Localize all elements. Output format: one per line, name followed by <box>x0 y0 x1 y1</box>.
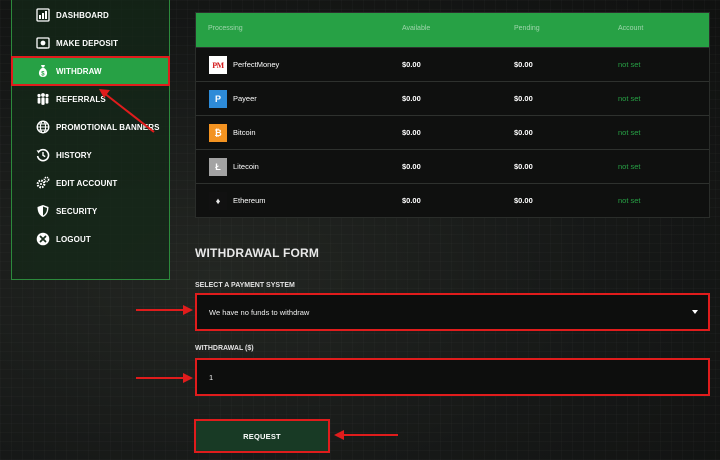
account-status: not set <box>618 162 641 171</box>
processing-name: Ethereum <box>233 196 266 205</box>
sidebar-item-withdraw[interactable]: $ WITHDRAW <box>11 56 170 86</box>
pending-amount: $0.00 <box>514 60 533 69</box>
payment-system-value: We have no funds to withdraw <box>209 307 310 317</box>
account-status: not set <box>618 60 641 69</box>
close-circle-icon <box>36 232 50 246</box>
pending-amount: $0.00 <box>514 128 533 137</box>
table-row: ♦ Ethereum $0.00 $0.00 not set <box>196 183 709 217</box>
users-icon <box>36 92 50 106</box>
money-icon <box>36 36 50 50</box>
sidebar-item-referrals[interactable]: REFERRALS <box>12 85 169 113</box>
sidebar-item-edit-account[interactable]: EDIT ACCOUNT <box>12 169 169 197</box>
sidebar-item-label: MAKE DEPOSIT <box>56 38 119 48</box>
table-row: Ł Litecoin $0.00 $0.00 not set <box>196 149 709 183</box>
sidebar-item-label: SECURITY <box>56 206 98 216</box>
processing-table: Processing Available Pending Account PM … <box>195 12 710 218</box>
withdrawal-amount-label: WITHDRAWAL ($) <box>195 345 254 352</box>
sidebar-item-promotional-banners[interactable]: PROMOTIONAL BANNERS <box>12 113 169 141</box>
sidebar-item-label: EDIT ACCOUNT <box>56 178 118 188</box>
table-row: P Payeer $0.00 $0.00 not set <box>196 81 709 115</box>
sidebar-item-security[interactable]: SECURITY <box>12 197 169 225</box>
litecoin-logo-icon: Ł <box>209 158 227 176</box>
money-bag-icon: $ <box>36 64 50 78</box>
sidebar-item-label: DASHBOARD <box>56 10 109 20</box>
sidebar-item-history[interactable]: HISTORY <box>12 141 169 169</box>
gears-icon <box>36 176 50 190</box>
table-row: PM PerfectMoney $0.00 $0.00 not set <box>196 47 709 81</box>
pending-amount: $0.00 <box>514 162 533 171</box>
svg-text:$: $ <box>41 72 45 78</box>
sidebar-item-label: LOGOUT <box>56 234 91 244</box>
account-status: not set <box>618 94 641 103</box>
withdrawal-amount-input[interactable]: 1 <box>195 358 710 396</box>
ethereum-logo-icon: ♦ <box>209 192 227 210</box>
request-button[interactable]: REQUEST <box>194 419 330 453</box>
sidebar-item-label: REFERRALS <box>56 94 106 104</box>
account-status: not set <box>618 128 641 137</box>
sidebar-item-logout[interactable]: LOGOUT <box>12 225 169 253</box>
sidebar-item-label: PROMOTIONAL BANNERS <box>56 122 160 132</box>
column-header-processing: Processing <box>208 25 243 32</box>
pending-amount: $0.00 <box>514 94 533 103</box>
payment-system-select[interactable]: We have no funds to withdraw <box>195 293 710 331</box>
perfectmoney-logo-icon: PM <box>209 56 227 74</box>
column-header-pending: Pending <box>514 25 540 32</box>
table-header: Processing Available Pending Account <box>196 13 709 47</box>
dashboard-icon <box>36 8 50 22</box>
withdrawal-amount-value: 1 <box>209 372 214 382</box>
sidebar-item-make-deposit[interactable]: MAKE DEPOSIT <box>12 29 169 57</box>
sidebar-item-label: HISTORY <box>56 150 92 160</box>
processing-name: Litecoin <box>233 162 259 171</box>
payeer-logo-icon: P <box>209 90 227 108</box>
processing-name: Payeer <box>233 94 257 103</box>
available-amount: $0.00 <box>402 196 421 205</box>
chevron-down-icon <box>692 310 698 314</box>
bitcoin-logo-icon: ₿ <box>209 124 227 142</box>
account-status: not set <box>618 196 641 205</box>
available-amount: $0.00 <box>402 94 421 103</box>
shield-icon <box>36 204 50 218</box>
pending-amount: $0.00 <box>514 196 533 205</box>
table-row: ₿ Bitcoin $0.00 $0.00 not set <box>196 115 709 149</box>
available-amount: $0.00 <box>402 128 421 137</box>
form-title: WITHDRAWAL FORM <box>195 246 320 260</box>
globe-icon <box>36 120 50 134</box>
history-icon <box>36 148 50 162</box>
payment-system-label: SELECT A PAYMENT SYSTEM <box>195 282 295 289</box>
sidebar-item-label: WITHDRAW <box>56 66 102 76</box>
column-header-available: Available <box>402 25 431 32</box>
sidebar: DASHBOARD MAKE DEPOSIT $ WITHDRAW REFERR… <box>11 0 170 280</box>
processing-name: Bitcoin <box>233 128 256 137</box>
available-amount: $0.00 <box>402 162 421 171</box>
sidebar-item-dashboard[interactable]: DASHBOARD <box>12 1 169 29</box>
available-amount: $0.00 <box>402 60 421 69</box>
processing-name: PerfectMoney <box>233 60 280 69</box>
column-header-account: Account <box>618 25 644 32</box>
